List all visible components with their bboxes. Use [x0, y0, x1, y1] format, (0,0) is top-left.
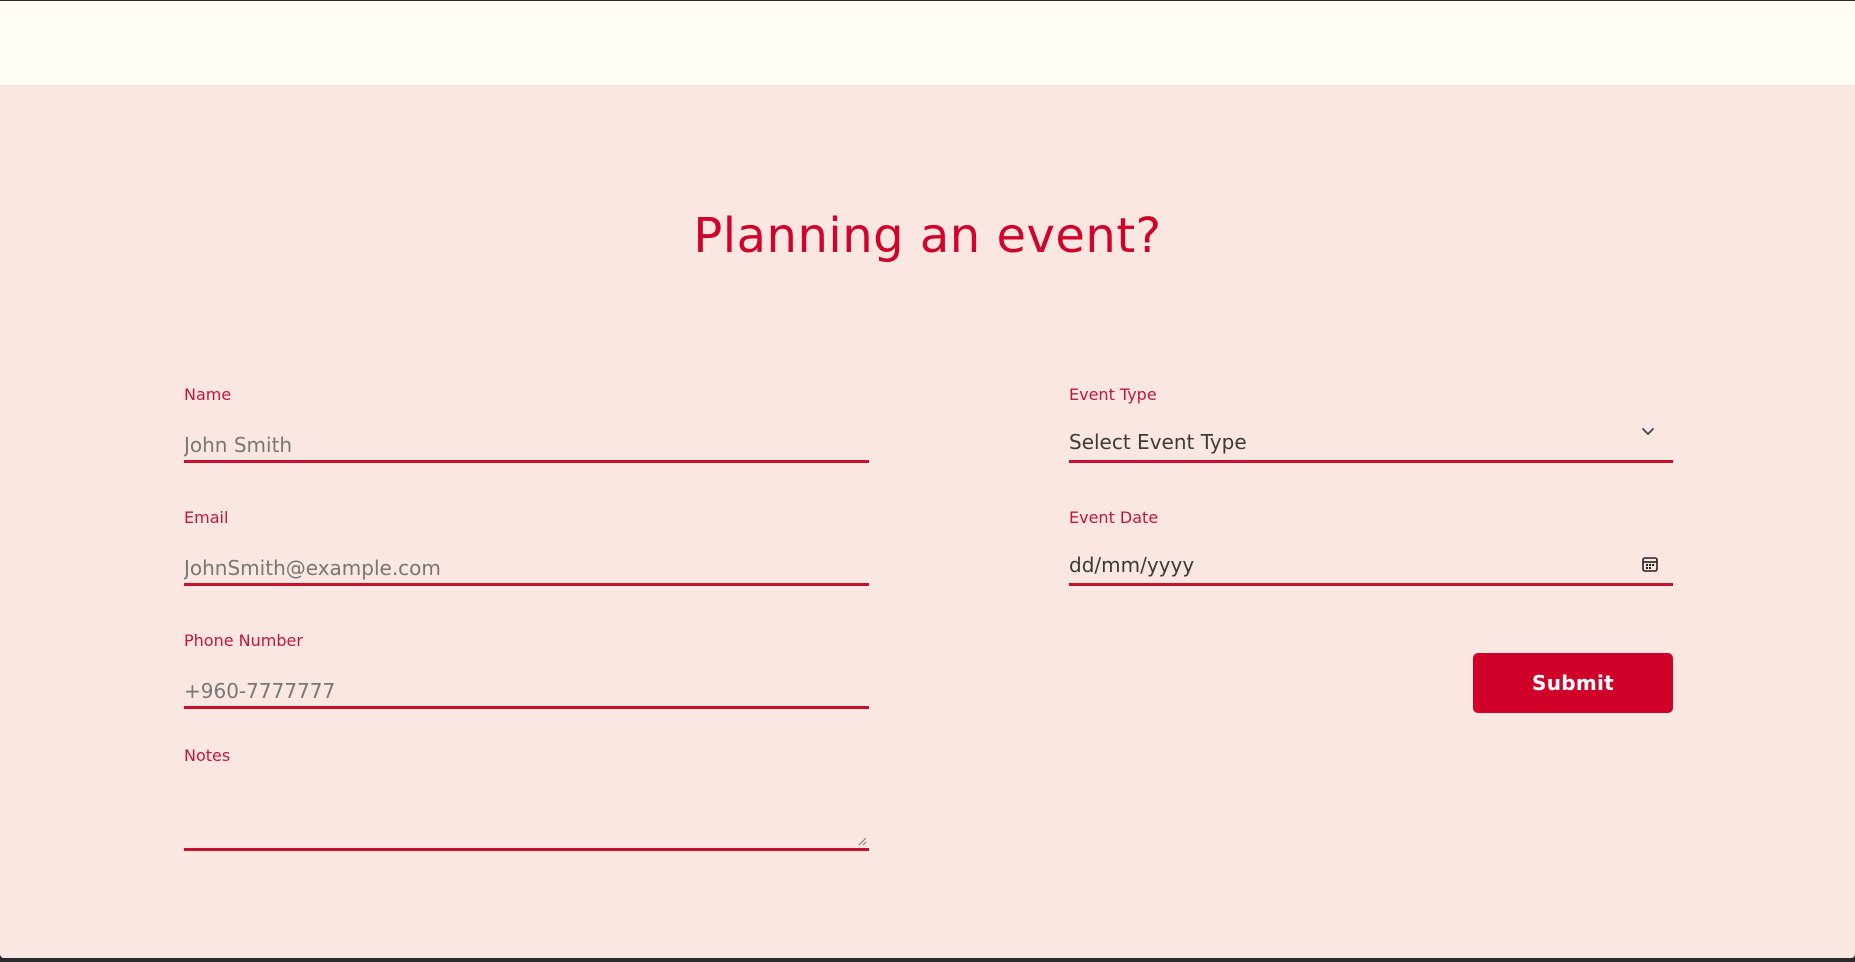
phone-label: Phone Number: [184, 631, 303, 650]
name-label: Name: [184, 385, 232, 404]
event-type-select[interactable]: Select Event Type: [1069, 428, 1673, 463]
event-date-value: dd/mm/yyyy: [1069, 553, 1195, 577]
event-type-label: Event Type: [1069, 385, 1157, 404]
phone-field-group: Phone Number: [184, 631, 869, 711]
calendar-icon[interactable]: [1641, 555, 1659, 573]
event-type-field-group: Event Type Select Event Type: [1069, 385, 1673, 465]
name-input[interactable]: [184, 429, 869, 463]
email-input[interactable]: [184, 552, 869, 586]
event-date-label: Event Date: [1069, 508, 1159, 527]
event-date-field-group: Event Date dd/mm/yyyy: [1069, 508, 1673, 588]
top-header-bar: [0, 1, 1855, 85]
page-title: Planning an event?: [693, 208, 1162, 264]
email-label: Email: [184, 508, 229, 527]
event-type-selected-value: Select Event Type: [1069, 430, 1247, 454]
notes-textarea[interactable]: [184, 766, 869, 851]
email-field-group: Email: [184, 508, 869, 588]
resize-grip-icon[interactable]: [858, 837, 867, 846]
submit-button[interactable]: Submit: [1473, 653, 1673, 713]
page-viewport: Planning an event? Name Email Phone Numb…: [0, 1, 1855, 958]
event-date-input[interactable]: dd/mm/yyyy: [1069, 552, 1673, 586]
notes-label: Notes: [184, 746, 231, 765]
chevron-down-icon[interactable]: [1641, 425, 1655, 439]
notes-field-group: Notes: [184, 746, 869, 856]
name-field-group: Name: [184, 385, 869, 465]
phone-input[interactable]: [184, 675, 869, 709]
